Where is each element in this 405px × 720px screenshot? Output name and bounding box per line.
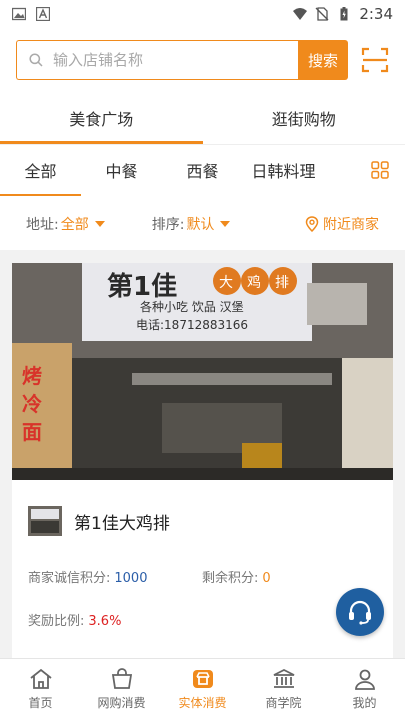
- search-input[interactable]: [53, 51, 273, 69]
- sort-filter[interactable]: 排序: 默认: [152, 214, 231, 234]
- institution-icon: [273, 668, 294, 688]
- remaining-row: 剩余积分: 0: [202, 567, 271, 586]
- chevron-down-icon: [220, 221, 231, 227]
- reward-label: 奖励比例:: [28, 614, 85, 629]
- battery-charging-icon: [340, 7, 348, 21]
- merchant-name: 第1佳大鸡排: [74, 513, 170, 534]
- home-icon: [29, 668, 52, 689]
- search-icon: [29, 53, 43, 67]
- nav-home-label: 首页: [28, 696, 53, 710]
- scan-icon[interactable]: [361, 46, 389, 74]
- nav-online-shopping[interactable]: 网购消费: [81, 659, 162, 720]
- chevron-down-icon: [94, 221, 105, 227]
- tab-food-court[interactable]: 美食广场: [0, 100, 203, 144]
- subtab-chinese[interactable]: 中餐: [81, 150, 162, 194]
- font-notification-icon: [36, 7, 50, 21]
- sort-filter-label: 排序:: [151, 217, 185, 233]
- search-row: 搜索: [16, 40, 389, 80]
- shopping-bag-icon: [111, 668, 132, 689]
- svg-text:电话:18712883166: 电话:18712883166: [136, 318, 248, 332]
- subtab-all[interactable]: 全部: [0, 150, 81, 196]
- remaining-value: 0: [262, 571, 271, 586]
- storefront-photo: 第1佳 大 鸡 排 各种小吃 饮品 汉堡 电话:18712883166 烤 冷 …: [12, 263, 393, 480]
- merchant-title-row: 第1佳大鸡排: [28, 506, 170, 536]
- nearby-merchants-button[interactable]: 附近商家: [305, 214, 379, 234]
- nav-in-store[interactable]: 实体消费: [162, 659, 243, 720]
- nav-business-school-label: 商学院: [265, 696, 302, 710]
- nav-profile[interactable]: 我的: [324, 659, 405, 720]
- svg-text:排: 排: [275, 275, 289, 291]
- sort-filter-value: 默认: [186, 217, 215, 233]
- merchant-thumbnail: [28, 506, 62, 536]
- search-box[interactable]: [16, 40, 298, 80]
- grid-menu-icon[interactable]: [371, 161, 389, 179]
- store-icon: [192, 670, 213, 688]
- wifi-icon: [293, 8, 308, 20]
- status-left: [12, 7, 50, 21]
- tab-divider: [0, 144, 405, 145]
- nav-profile-label: 我的: [352, 696, 377, 710]
- reward-value: 3.6%: [88, 614, 122, 629]
- address-filter-value: 全部: [60, 217, 89, 233]
- category-tabs: 美食广场 逛街购物: [0, 100, 405, 144]
- status-time: 2:34: [359, 5, 393, 23]
- reward-row: 奖励比例: 3.6%: [28, 610, 121, 629]
- svg-text:各种小吃 饮品 汉堡: 各种小吃 饮品 汉堡: [140, 299, 244, 314]
- merchant-card[interactable]: 第1佳 大 鸡 排 各种小吃 饮品 汉堡 电话:18712883166 烤 冷 …: [12, 263, 393, 663]
- subtab-western[interactable]: 西餐: [162, 150, 243, 194]
- remaining-label: 剩余积分:: [202, 571, 259, 586]
- nav-business-school[interactable]: 商学院: [243, 659, 324, 720]
- svg-text:烤: 烤: [22, 364, 42, 388]
- customer-service-button[interactable]: [336, 588, 384, 636]
- gallery-notification-icon: [12, 7, 26, 21]
- nav-home[interactable]: 首页: [0, 659, 81, 720]
- sub-category-tabs: 全部 中餐 西餐 日韩料理: [0, 148, 405, 196]
- user-icon: [354, 669, 375, 690]
- location-pin-icon: [305, 216, 319, 232]
- headset-icon: [349, 600, 371, 625]
- status-bar: 2:34: [0, 0, 405, 28]
- bottom-nav: 首页 网购消费 实体消费 商学院 我的: [0, 658, 405, 720]
- no-sim-icon: [315, 7, 329, 21]
- svg-text:大: 大: [219, 275, 233, 291]
- status-right: 2:34: [293, 5, 393, 23]
- search-button[interactable]: 搜索: [298, 40, 348, 80]
- nav-in-store-label: 实体消费: [178, 696, 227, 710]
- svg-text:第1佳: 第1佳: [107, 271, 177, 302]
- integrity-row: 商家诚信积分: 1000: [28, 567, 147, 586]
- address-filter[interactable]: 地址: 全部: [26, 214, 105, 234]
- header: 搜索 美食广场 逛街购物 全部 中餐 西餐 日韩料理 地址: 全部 排序: 默认: [0, 28, 405, 250]
- address-filter-label: 地址:: [26, 217, 59, 233]
- svg-text:面: 面: [22, 420, 42, 444]
- subtab-japanese-korean[interactable]: 日韩料理: [243, 150, 324, 194]
- nav-online-shopping-label: 网购消费: [97, 696, 146, 710]
- tab-shopping[interactable]: 逛街购物: [203, 100, 405, 144]
- svg-text:冷: 冷: [22, 392, 42, 416]
- integrity-label: 商家诚信积分:: [28, 571, 111, 586]
- integrity-value: 1000: [114, 571, 148, 586]
- nearby-label: 附近商家: [323, 217, 379, 233]
- filter-bar: 地址: 全部 排序: 默认 附近商家: [0, 204, 405, 244]
- svg-text:鸡: 鸡: [247, 274, 261, 291]
